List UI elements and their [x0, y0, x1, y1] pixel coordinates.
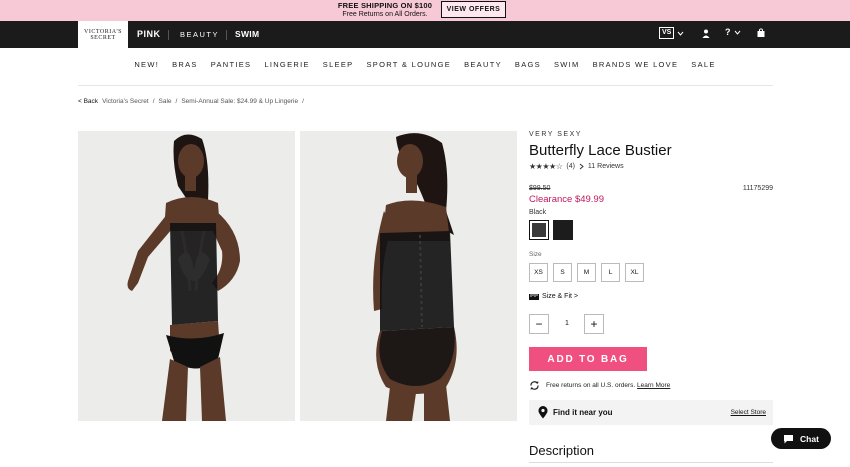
- nav-item-swim[interactable]: SWIM: [554, 60, 580, 69]
- breadcrumb-separator: /: [152, 98, 155, 105]
- returns-cycle-icon: [530, 381, 539, 390]
- nav-item-sale[interactable]: SALE: [691, 60, 715, 69]
- nav-item-sport-lounge[interactable]: SPORT & LOUNGE: [366, 60, 451, 69]
- item-number: 11175299: [742, 185, 773, 192]
- chevron-right-icon: [579, 163, 584, 170]
- original-price: $99.50: [529, 185, 551, 192]
- size-s-button[interactable]: S: [553, 263, 572, 282]
- location-pin-icon: [538, 406, 548, 419]
- size-l-button[interactable]: L: [601, 263, 620, 282]
- main-navigation: NEW! BRAS PANTIES LINGERIE SLEEP SPORT &…: [0, 60, 850, 69]
- size-xs-button[interactable]: XS: [529, 263, 548, 282]
- ruler-icon: [529, 293, 539, 300]
- learn-more-link[interactable]: Learn More: [637, 382, 670, 389]
- promo-banner: FREE SHIPPING ON $100 Free Returns on Al…: [0, 0, 850, 21]
- chat-label: Chat: [800, 433, 819, 444]
- nav-item-brands-we-love[interactable]: BRANDS WE LOVE: [593, 60, 679, 69]
- chevron-down-icon: [677, 31, 684, 36]
- divider: [78, 85, 773, 86]
- add-to-bag-button[interactable]: ADD TO BAG: [529, 347, 647, 371]
- logo-line2: SECRET: [90, 35, 116, 41]
- breadcrumb-separator: /: [302, 98, 304, 105]
- find-store-label: Find it near you: [553, 408, 613, 417]
- vs-account-menu[interactable]: VS: [659, 27, 684, 39]
- nav-item-bras[interactable]: BRAS: [172, 60, 198, 69]
- find-in-store-panel: Find it near you Select Store: [529, 400, 773, 425]
- vs-badge: VS: [659, 27, 675, 39]
- swatch-fill: [532, 223, 546, 237]
- help-icon: ?: [725, 27, 731, 37]
- clearance-price: Clearance $49.99: [529, 194, 604, 205]
- size-xl-button[interactable]: XL: [625, 263, 644, 282]
- size-fit-link[interactable]: Size & Fit >: [529, 293, 578, 300]
- breadcrumb: < Back Victoria's Secret / Sale / Semi-A…: [78, 98, 304, 105]
- size-label: Size: [529, 251, 542, 258]
- breadcrumb-sale[interactable]: Sale: [159, 98, 172, 105]
- size-m-button[interactable]: M: [577, 263, 596, 282]
- rating-stars: ★★★★☆: [529, 162, 563, 171]
- back-link[interactable]: < Back: [78, 98, 98, 105]
- rating-count: (4): [566, 163, 575, 170]
- divider: [226, 30, 227, 40]
- returns-text: Free returns on all U.S. orders.: [546, 382, 636, 389]
- chat-button[interactable]: Chat: [771, 428, 831, 449]
- view-offers-button[interactable]: VIEW OFFERS: [441, 1, 506, 18]
- nav-item-lingerie[interactable]: LINGERIE: [264, 60, 309, 69]
- brand-beauty-link[interactable]: BEAUTY: [180, 30, 219, 39]
- breadcrumb-victorias-secret[interactable]: Victoria's Secret: [102, 98, 149, 105]
- quantity-increase-button[interactable]: +: [584, 314, 604, 334]
- free-returns-note: Free returns on all U.S. orders. Learn M…: [529, 380, 670, 391]
- product-title: Butterfly Lace Bustier: [529, 142, 672, 159]
- model-front-illustration: [127, 134, 240, 421]
- divider: [529, 462, 773, 463]
- product-subtitle: VERY SEXY: [529, 131, 582, 138]
- breadcrumb-separator: /: [175, 98, 178, 105]
- help-menu[interactable]: ?: [725, 27, 741, 37]
- description-heading[interactable]: Description: [529, 443, 594, 458]
- color-swatch-black[interactable]: [553, 220, 573, 240]
- victorias-secret-logo[interactable]: VICTORIA'S SECRET: [78, 21, 128, 48]
- nav-item-beauty[interactable]: BEAUTY: [464, 60, 502, 69]
- product-image-front[interactable]: [78, 131, 295, 421]
- divider: [168, 30, 169, 40]
- shopping-bag-icon: [757, 28, 765, 37]
- brand-swim-link[interactable]: SWIM: [235, 29, 259, 39]
- nav-item-sleep[interactable]: SLEEP: [323, 60, 354, 69]
- account-button[interactable]: [702, 29, 710, 38]
- nav-item-panties[interactable]: PANTIES: [211, 60, 252, 69]
- model-back-illustration: [373, 133, 457, 421]
- nav-item-bags[interactable]: BAGS: [515, 60, 541, 69]
- quantity-decrease-button[interactable]: −: [529, 314, 549, 334]
- breadcrumb-semi-annual-sale[interactable]: Semi-Annual Sale: $24.99 & Up Lingerie: [181, 98, 298, 105]
- quantity-value[interactable]: 1: [560, 320, 574, 327]
- select-store-link[interactable]: Select Store: [731, 409, 766, 416]
- color-swatch-selected[interactable]: [529, 220, 549, 240]
- brand-bar: VICTORIA'S SECRET PINK BEAUTY SWIM VS ?: [0, 21, 850, 48]
- shopping-bag-button[interactable]: [757, 28, 765, 37]
- chevron-down-icon: [734, 30, 740, 35]
- size-fit-label: Size & Fit >: [542, 293, 578, 300]
- brand-pink-link[interactable]: PINK: [137, 29, 161, 39]
- product-image-back[interactable]: [300, 131, 517, 421]
- user-icon: [702, 29, 710, 38]
- nav-item-new[interactable]: NEW!: [134, 60, 159, 69]
- color-label: Black: [529, 209, 547, 216]
- reviews-link[interactable]: 11 Reviews: [588, 163, 624, 170]
- chat-bubble-icon: [784, 434, 794, 443]
- product-rating: ★★★★☆ (4) 11 Reviews: [529, 162, 624, 171]
